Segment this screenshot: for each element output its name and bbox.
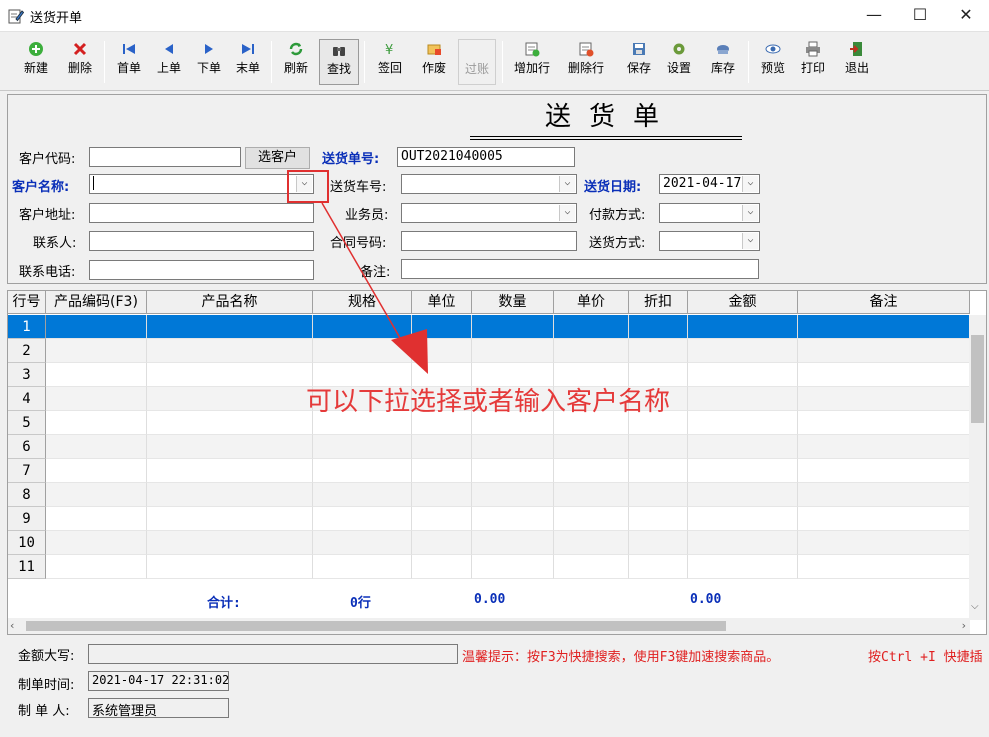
- arrow-line: [321, 202, 408, 351]
- hint-ctrl-text: 按Ctrl +I 快捷插: [868, 650, 983, 665]
- created-time-label: 制单时间:: [18, 678, 75, 693]
- amount-words-label: 金额大写:: [18, 649, 75, 664]
- annotation-arrow: [321, 202, 428, 374]
- hint-text: 温馨提示：按F3为快捷搜索，使用F3键加速搜索商品。: [462, 650, 780, 665]
- arrow-head: [391, 329, 428, 374]
- created-time-field: 2021-04-17 22:31:02: [88, 671, 229, 691]
- annotation-text: 可以下拉选择或者输入客户名称: [306, 387, 671, 417]
- app-window: 送货开单 — ☐ ✕ 新建 删除 首单 上单 下单 末单 刷新 查找 ¥ 签回 …: [0, 0, 989, 737]
- amount-words-field: [88, 644, 458, 664]
- creator-field: 系统管理员: [88, 698, 229, 718]
- creator-label: 制 单 人:: [18, 704, 70, 719]
